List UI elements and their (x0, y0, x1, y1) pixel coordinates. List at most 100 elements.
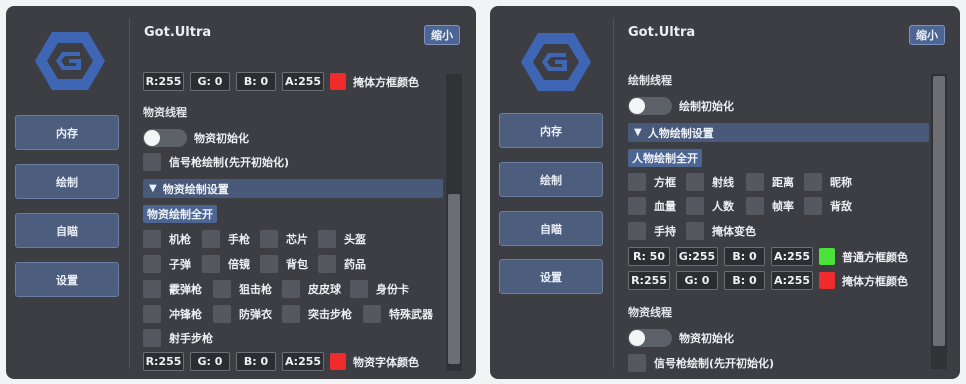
alpha-input[interactable]: A:255 (282, 72, 324, 91)
color-swatch[interactable] (819, 248, 835, 265)
material-draw-all-button[interactable]: 物资绘制全开 (143, 205, 217, 223)
item-checkbox-row: 身份卡 (350, 280, 409, 298)
item-label: 子弹 (169, 258, 191, 271)
item-checkbox[interactable] (628, 197, 646, 215)
item-checkbox-row: 头盔 (318, 230, 366, 248)
item-checkbox[interactable] (143, 255, 161, 273)
item-label: 霰弹枪 (169, 283, 202, 296)
toggle-knob (144, 130, 160, 146)
checkbox-label: 信号枪绘制(先开初始化) (654, 357, 775, 370)
item-checkbox-row: 倍镜 (202, 255, 250, 273)
green-input[interactable]: G:255 (676, 247, 718, 266)
item-checkbox[interactable] (143, 329, 161, 347)
item-checkbox-row: 帧率 (746, 197, 794, 215)
color-swatch[interactable] (819, 272, 835, 289)
header-label: 人物绘制设置 (647, 126, 714, 140)
item-label: 背敌 (830, 200, 852, 213)
item-checkbox[interactable] (350, 280, 368, 298)
red-input[interactable]: R:255 (143, 352, 184, 371)
content-area: R:255 G: 0 B: 0 A:255 掩体方框颜色 物资线程 物资初始化 … (6, 6, 476, 379)
item-checkbox[interactable] (202, 255, 220, 273)
toggle-knob (629, 330, 645, 346)
item-label: 距离 (772, 176, 794, 189)
item-label: 机枪 (169, 233, 191, 246)
green-input[interactable]: G: 0 (676, 271, 718, 290)
draw-init-toggle-row: 绘制初始化 (628, 97, 734, 115)
material-init-toggle[interactable] (143, 129, 187, 147)
item-checkbox[interactable] (804, 197, 822, 215)
item-checkbox[interactable] (804, 173, 822, 191)
item-checkbox[interactable] (746, 173, 764, 191)
item-label: 防弹衣 (239, 308, 272, 321)
item-checkbox[interactable] (143, 305, 161, 323)
color-label: 掩体方框颜色 (353, 75, 419, 89)
flare-gun-check-row: 信号枪绘制(先开初始化) (143, 153, 289, 171)
item-checkbox[interactable] (202, 230, 220, 248)
item-checkbox[interactable] (628, 173, 646, 191)
item-checkbox-row: 特殊武器 (363, 305, 433, 323)
player-draw-settings-header[interactable]: ▼ 人物绘制设置 (628, 123, 929, 142)
caret-down-icon: ▼ (634, 127, 642, 138)
alpha-input[interactable]: A:255 (282, 352, 324, 371)
item-checkbox-row: 手持 (628, 222, 676, 240)
item-checkbox[interactable] (213, 305, 231, 323)
color-swatch[interactable] (330, 73, 346, 90)
item-checkbox[interactable] (686, 197, 704, 215)
header-label: 物资绘制设置 (162, 182, 229, 196)
color-label: 物资字体颜色 (353, 355, 419, 369)
item-checkbox[interactable] (260, 230, 278, 248)
item-checkbox[interactable] (686, 222, 704, 240)
item-checkbox[interactable] (282, 305, 300, 323)
item-checkbox[interactable] (318, 255, 336, 273)
item-checkbox-row: 冲锋枪 (143, 305, 202, 323)
red-input[interactable]: R:255 (143, 72, 184, 91)
item-label: 血量 (654, 200, 676, 213)
item-checkbox[interactable] (143, 280, 161, 298)
green-input[interactable]: G: 0 (190, 72, 230, 91)
alpha-input[interactable]: A:255 (771, 271, 813, 290)
item-checkbox-row: 方框 (628, 173, 676, 191)
toggle-knob (629, 98, 645, 114)
blue-input[interactable]: B: 0 (236, 72, 276, 91)
item-checkbox-row: 突击步枪 (282, 305, 352, 323)
material-init-toggle-row: 物资初始化 (143, 129, 249, 147)
item-label: 倍镜 (228, 258, 250, 271)
item-label: 特殊武器 (389, 308, 433, 321)
item-checkbox[interactable] (318, 230, 336, 248)
item-checkbox-row: 射手步枪 (143, 329, 213, 347)
material-draw-settings-header[interactable]: ▼ 物资绘制设置 (143, 179, 443, 198)
flare-gun-checkbox[interactable] (628, 354, 646, 372)
red-input[interactable]: R:255 (628, 271, 670, 290)
toggle-label: 物资初始化 (679, 332, 734, 345)
alpha-input[interactable]: A:255 (771, 247, 813, 266)
blue-input[interactable]: B: 0 (236, 352, 276, 371)
item-checkbox[interactable] (260, 255, 278, 273)
flare-gun-check-row: 信号枪绘制(先开初始化) (628, 354, 774, 372)
item-checkbox-row: 昵称 (804, 173, 852, 191)
item-checkbox-row: 狙击枪 (213, 280, 272, 298)
item-checkbox-row: 背敌 (804, 197, 852, 215)
red-input[interactable]: R: 50 (628, 247, 670, 266)
item-checkbox[interactable] (143, 230, 161, 248)
green-input[interactable]: G: 0 (190, 352, 230, 371)
color-swatch[interactable] (330, 353, 346, 370)
item-checkbox-row: 机枪 (143, 230, 191, 248)
blue-input[interactable]: B: 0 (724, 247, 765, 266)
flare-gun-checkbox[interactable] (143, 153, 161, 171)
item-checkbox-row: 子弹 (143, 255, 191, 273)
item-label: 突击步枪 (308, 308, 352, 321)
item-label: 射手步枪 (169, 332, 213, 345)
rgba-row-top: R:255 G: 0 B: 0 A:255 掩体方框颜色 (143, 72, 419, 91)
player-draw-all-button[interactable]: 人物绘制全开 (628, 149, 702, 167)
item-checkbox[interactable] (686, 173, 704, 191)
right-panel: 内存 绘制 自瞄 设置 Got.Ultra 缩小 绘制线程 绘制初始化 ▼ 人物… (490, 6, 960, 379)
item-checkbox[interactable] (282, 280, 300, 298)
item-label: 皮皮球 (308, 283, 341, 296)
draw-init-toggle[interactable] (628, 97, 672, 115)
item-checkbox[interactable] (363, 305, 381, 323)
blue-input[interactable]: B: 0 (724, 271, 765, 290)
item-checkbox[interactable] (213, 280, 231, 298)
item-checkbox[interactable] (746, 197, 764, 215)
material-init-toggle[interactable] (628, 329, 672, 347)
item-checkbox[interactable] (628, 222, 646, 240)
